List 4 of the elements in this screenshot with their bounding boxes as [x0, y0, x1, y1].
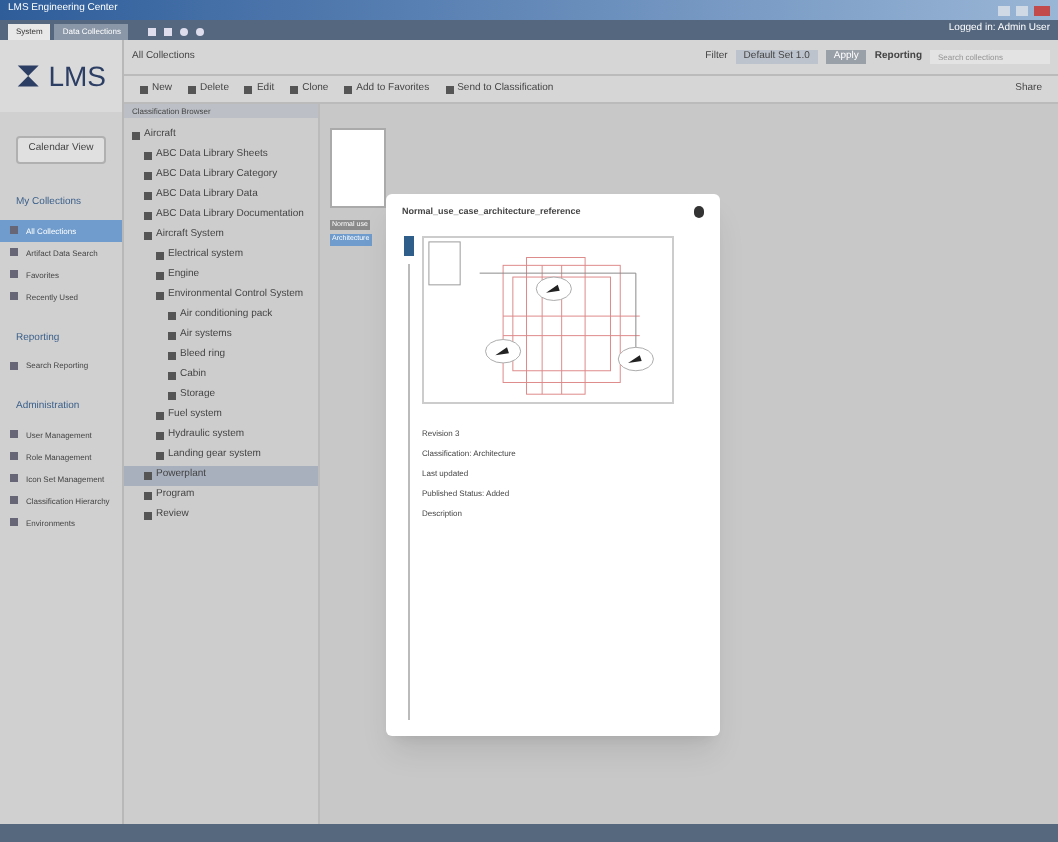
toggle-icon[interactable]	[403, 235, 413, 256]
logo-icon	[16, 62, 41, 90]
thumbnail[interactable]	[330, 128, 386, 208]
logo-text: LMS	[48, 62, 106, 90]
